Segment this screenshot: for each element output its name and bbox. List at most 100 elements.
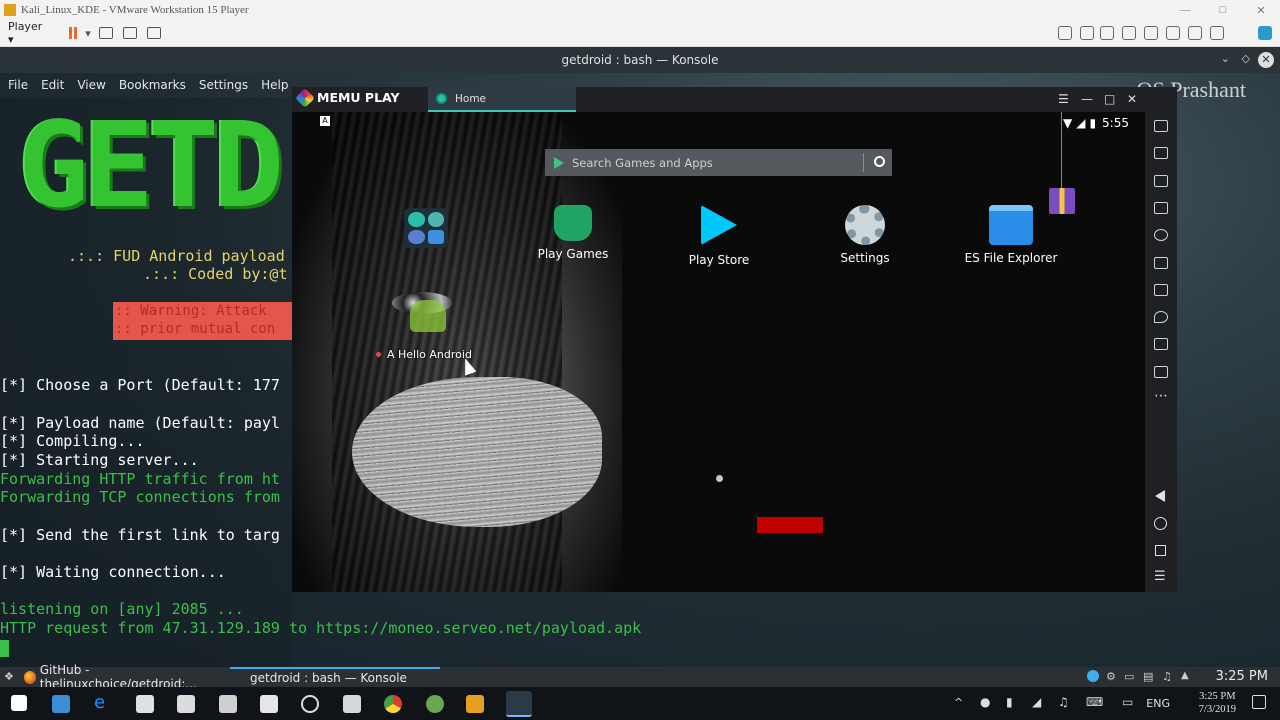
keymapping-icon[interactable] (1154, 147, 1168, 159)
search-icon[interactable] (874, 156, 885, 167)
menu-settings[interactable]: Settings (199, 78, 248, 92)
file-share-icon[interactable] (1154, 338, 1168, 350)
vm-message-icon[interactable] (1258, 26, 1272, 40)
tab-home[interactable]: Home (428, 87, 576, 112)
vm-printer-icon[interactable] (1144, 26, 1158, 40)
home-icon[interactable] (1154, 517, 1167, 530)
multi-instance-icon[interactable] (1154, 202, 1168, 214)
win-tray-expand-icon[interactable]: ^ (954, 696, 963, 709)
vm-cd-icon[interactable] (1100, 26, 1114, 40)
getdroid-banner: GETD (18, 97, 284, 234)
app-folder-icon[interactable] (404, 208, 448, 248)
tray-update-icon[interactable] (1087, 670, 1099, 682)
video-editor-icon[interactable] (343, 695, 361, 713)
recents-icon[interactable] (1155, 545, 1166, 556)
tagline-1: .:.: FUD Android payload (68, 247, 285, 265)
tray-clipboard-icon[interactable]: ▤ (1143, 670, 1153, 683)
task-firefox-github[interactable]: GitHub - thelinuxchoice/getdroid:... (20, 663, 230, 691)
memu-close-button[interactable]: ✕ (1127, 92, 1137, 106)
chrome-icon[interactable] (384, 695, 402, 713)
close-button[interactable]: ✕ (1242, 0, 1280, 20)
win-wifi-icon[interactable]: ◢ (1032, 695, 1041, 709)
menu-edit[interactable]: Edit (41, 78, 64, 92)
gift-icon[interactable] (1049, 188, 1075, 214)
menu-file[interactable]: File (8, 78, 28, 92)
memu-maximize-button[interactable]: □ (1104, 92, 1115, 106)
android-app-icon[interactable] (410, 300, 446, 332)
camera-icon[interactable] (177, 695, 195, 713)
vm-usb-icon[interactable] (1122, 26, 1136, 40)
konsole-close-icon[interactable]: ✕ (1258, 52, 1274, 68)
fit-guest-icon[interactable] (122, 24, 138, 42)
tray-display-icon[interactable]: ▭ (1124, 670, 1134, 683)
app-play-store[interactable]: Play Store (664, 205, 774, 267)
volume-down-icon[interactable] (1154, 284, 1168, 296)
konsole-minimize-icon[interactable]: ⌄ (1221, 52, 1230, 65)
app-hello-android-label[interactable]: A Hello Android (387, 348, 472, 361)
obs-icon[interactable] (301, 695, 319, 713)
pause-dropdown-icon[interactable]: ▾ (84, 24, 92, 42)
win-mic-icon[interactable]: ● (980, 695, 990, 709)
android-studio-icon[interactable] (426, 695, 444, 713)
kde-clock[interactable]: 3:25 PM (1216, 669, 1268, 684)
win-volume-icon[interactable]: ♫ (1058, 695, 1069, 709)
pause-button[interactable] (62, 24, 84, 42)
photos-icon[interactable] (260, 695, 278, 713)
vm-sound-icon[interactable] (1166, 26, 1180, 40)
tray-settings-icon[interactable]: ⚙ (1106, 670, 1116, 683)
phone-icon[interactable] (219, 695, 237, 713)
menu-list-icon[interactable]: ☰ (1154, 569, 1166, 584)
tray-volume-icon[interactable]: ♫ (1162, 670, 1172, 683)
app-play-games[interactable]: Play Games (518, 205, 628, 261)
vm-device-icon[interactable] (1058, 26, 1072, 40)
more-icon[interactable]: ⋯ (1154, 388, 1168, 404)
send-ctrl-alt-del-icon[interactable] (98, 24, 114, 42)
fullscreen-icon[interactable] (1154, 120, 1168, 132)
android-screen[interactable]: A ▼ ◢ ▮ 5:55 Search Games and Apps Play … (292, 112, 1145, 592)
tagline-2: .:.: Coded by:@t (143, 265, 288, 283)
memu-taskbar-icon[interactable] (506, 691, 532, 717)
rotate-icon[interactable] (1154, 366, 1168, 378)
task-konsole[interactable]: getdroid : bash — Konsole (230, 667, 440, 687)
activities-icon[interactable]: ❖ (4, 670, 14, 683)
memu-logo-text: MEMU PLAY (317, 90, 400, 105)
vm-network-icon[interactable] (1080, 26, 1094, 40)
memu-menu-icon[interactable]: ☰ (1058, 92, 1069, 106)
minimize-button[interactable]: — (1166, 0, 1204, 20)
maximize-button[interactable]: □ (1204, 0, 1242, 20)
settings-icon[interactable] (1154, 229, 1168, 241)
play-store-icon (701, 205, 737, 245)
app-es-file-explorer[interactable]: ES File Explorer (956, 205, 1066, 265)
menu-bookmarks[interactable]: Bookmarks (119, 78, 186, 92)
search-bar[interactable]: Search Games and Apps (545, 149, 892, 176)
app-icon-1[interactable] (52, 695, 70, 713)
play-logo-icon (554, 156, 564, 169)
terminal-output[interactable]: GETD .:.: FUD Android payload .:.: Coded… (0, 97, 292, 667)
back-icon[interactable] (1155, 490, 1165, 502)
android-status-bar: ▼ ◢ ▮ 5:55 (1063, 116, 1129, 130)
windows-start-icon[interactable] (11, 695, 27, 711)
vmware-icon[interactable] (466, 695, 484, 713)
konsole-maximize-icon[interactable]: ◇ (1242, 52, 1250, 65)
win-display-icon[interactable]: ▭ (1122, 695, 1133, 709)
app-settings[interactable]: Settings (810, 205, 920, 265)
memu-minimize-button[interactable]: — (1081, 92, 1093, 106)
unity-icon[interactable] (146, 24, 162, 42)
location-icon[interactable] (1154, 311, 1168, 323)
edge-icon[interactable]: e (94, 692, 112, 713)
menu-view[interactable]: View (77, 78, 105, 92)
store-icon[interactable] (136, 695, 154, 713)
vm-camera-icon[interactable] (1188, 26, 1202, 40)
menu-help[interactable]: Help (261, 78, 288, 92)
screenshot-icon[interactable] (1154, 175, 1168, 187)
terminal-line: listening on [any] 2085 ... (0, 600, 244, 618)
action-center-icon[interactable] (1252, 695, 1266, 709)
player-menu[interactable]: Player ▾ (8, 20, 50, 46)
language-indicator[interactable]: ENG (1146, 697, 1170, 710)
win-battery-icon[interactable]: ▮ (1006, 695, 1013, 709)
windows-clock[interactable]: 3:25 PM 7/3/2019 (1199, 690, 1236, 716)
vm-hdd-icon[interactable] (1210, 26, 1224, 40)
volume-up-icon[interactable] (1154, 257, 1168, 269)
tray-expand-icon[interactable]: ▲ (1181, 670, 1189, 681)
win-keyboard-icon[interactable]: ⌨ (1086, 695, 1103, 709)
